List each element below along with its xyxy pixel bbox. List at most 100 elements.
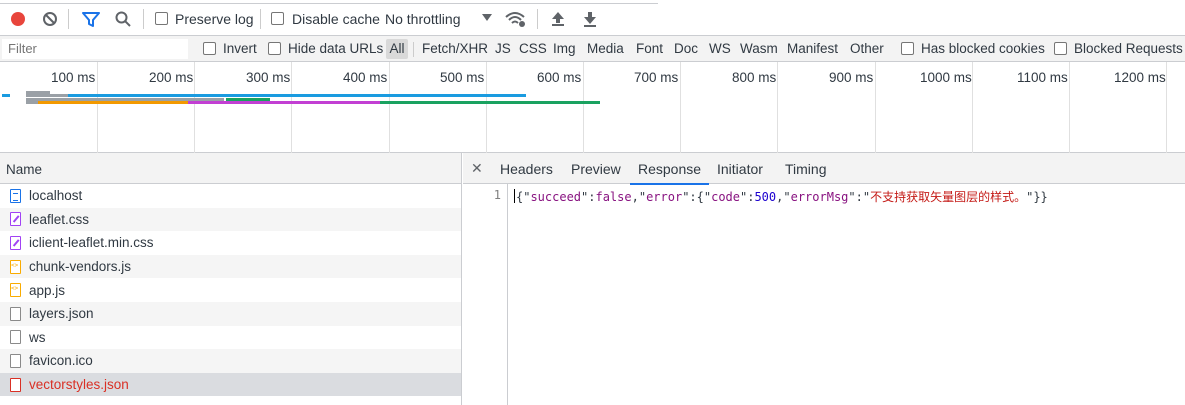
preserve-log-checkbox[interactable] [155,12,168,25]
timeline-gridline [1069,62,1070,153]
invert-label: Invert [223,41,257,56]
request-list: Name localhost leaflet.css iclient-leafl… [0,153,462,405]
type-filter-img[interactable]: Img [553,41,576,56]
request-row-localhost[interactable]: localhost [0,184,461,208]
type-filter-all[interactable]: All [386,39,408,59]
timeline-gridline [875,62,876,153]
timeline-bar [26,101,38,104]
throttling-select[interactable]: No throttling [385,11,460,27]
json-string: 不支持获取矢量图层的样式。 [870,190,1027,204]
json-punct: ," [776,190,791,204]
type-filter-fetch-xhr[interactable]: Fetch/XHR [422,41,488,56]
stylesheet-icon [10,212,21,227]
timeline-bar [188,101,380,104]
json-key: errorMsg [790,190,849,204]
file-icon [10,353,21,368]
json-punct: ":" [848,190,871,204]
type-filter-doc[interactable]: Doc [674,41,698,56]
request-row-leaflet-css[interactable]: leaflet.css [0,207,461,232]
import-har-button[interactable] [547,8,569,30]
timeline-bar [380,101,600,104]
record-icon [11,12,25,26]
timeline-tick-label: 1100 ms [1017,70,1068,85]
filter-toggle-button[interactable] [80,8,102,30]
record-button[interactable] [7,8,29,30]
close-icon[interactable]: ✕ [471,160,483,177]
request-row-vectorstyles-json[interactable]: vectorstyles.json [0,372,461,397]
type-filter-wasm[interactable]: Wasm [740,41,778,56]
line-number-gutter: 1 [463,184,508,405]
timeline-tick-label: 800 ms [732,70,777,85]
timeline-gridline [486,62,487,153]
request-row-ws[interactable]: ws [0,326,461,350]
blocked-requests-checkbox[interactable] [1054,42,1067,55]
disable-cache-checkbox[interactable] [271,12,284,25]
timeline-bar [68,94,526,97]
timeline-tick-label: 300 ms [246,70,291,85]
request-name: leaflet.css [29,211,90,227]
json-punct: ":{" [682,190,712,204]
type-filter-media[interactable]: Media [587,41,624,56]
has-blocked-cookies-label: Has blocked cookies [921,41,1045,56]
type-filter-manifest[interactable]: Manifest [787,41,838,56]
invert-checkbox[interactable] [203,42,216,55]
type-filter-ws[interactable]: WS [709,41,731,56]
timeline-bar [2,94,10,97]
request-row-layers-json[interactable]: layers.json [0,301,461,326]
preserve-log-label: Preserve log [175,11,254,27]
timeline-tick-label: 600 ms [537,70,582,85]
hide-data-urls-checkbox[interactable] [268,42,281,55]
json-key: error [646,190,683,204]
type-filter-font[interactable]: Font [636,41,663,56]
timeline-gridline [777,62,778,153]
hide-data-urls-label: Hide data URLs [288,41,384,56]
network-conditions-button[interactable] [505,8,527,30]
timeline-gridline [194,62,195,153]
request-row-iclient-leaflet-css[interactable]: iclient-leaflet.min.css [0,231,461,255]
type-filter-other[interactable]: Other [850,41,884,56]
json-punct: "}} [1026,190,1048,204]
blocked-requests-label: Blocked Requests [1074,41,1183,56]
timeline-tick-label: 900 ms [829,70,874,85]
request-row-favicon[interactable]: favicon.ico [0,349,461,373]
filter-input[interactable] [2,39,188,59]
tab-preview[interactable]: Preview [571,153,621,184]
timeline-tick-label: 1000 ms [920,70,972,85]
request-row-chunk-vendors-js[interactable]: chunk-vendors.js [0,254,461,279]
timeline-gridline [680,62,681,153]
toolbar-top-divider [0,0,658,4]
name-column-header[interactable]: Name [0,153,461,184]
timeline-gridline [97,62,98,153]
json-punct: {" [516,190,531,204]
file-icon [10,330,21,345]
file-error-icon [10,377,21,392]
export-har-button[interactable] [579,8,601,30]
timeline-gridline [583,62,584,153]
request-name: favicon.ico [29,353,93,369]
timeline-gridline [972,62,973,153]
json-punct: ": [581,190,596,204]
json-punct: ": [740,190,755,204]
toolbar-divider [143,9,144,29]
detail-tabs: ✕ Headers Preview Response Initiator Tim… [463,153,1185,185]
chevron-down-icon[interactable] [482,14,492,22]
tab-response[interactable]: Response [629,153,710,185]
clear-button[interactable] [39,8,61,30]
request-row-app-js[interactable]: app.js [0,278,461,302]
type-filter-css[interactable]: CSS [519,41,547,56]
timeline-tick-label: 100 ms [51,70,96,85]
search-icon [115,11,131,27]
filter-divider [413,42,414,57]
has-blocked-cookies-checkbox[interactable] [901,42,914,55]
response-body[interactable]: {"succeed":false,"error":{"code":500,"er… [514,188,1048,205]
tab-initiator[interactable]: Initiator [717,153,763,184]
tab-headers[interactable]: Headers [500,153,553,184]
tab-timing[interactable]: Timing [785,153,827,184]
timeline-overview[interactable]: 100 ms 200 ms 300 ms 400 ms 500 ms 600 m… [0,62,1185,153]
file-icon [10,306,21,321]
network-toolbar: Preserve log Disable cache No throttling [0,0,1185,36]
timeline-tick-label: 1200 ms [1114,70,1166,85]
type-filter-js[interactable]: JS [495,41,511,56]
search-button[interactable] [112,8,134,30]
script-icon [10,259,21,274]
